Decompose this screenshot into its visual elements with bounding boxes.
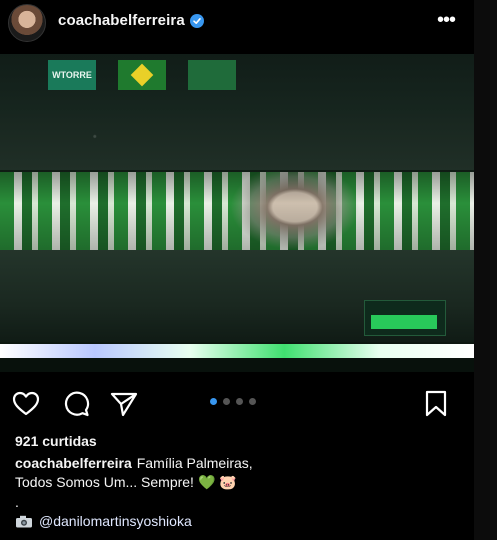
action-bar: [0, 384, 474, 424]
pitch-edge: [0, 358, 474, 372]
caption-line-3: .: [15, 494, 19, 510]
sponsor-banner: WTORRE: [48, 60, 96, 90]
caption-author[interactable]: coachabelferreira: [15, 455, 132, 471]
bookmark-icon[interactable]: [420, 388, 452, 420]
carousel-indicator: [210, 398, 260, 408]
heart-icon[interactable]: [10, 388, 42, 420]
caption-line-2: Todos Somos Um... Sempre! 💚 🐷: [15, 474, 237, 491]
more-icon[interactable]: •••: [432, 8, 460, 32]
stadium-board: [364, 300, 446, 336]
post-image[interactable]: WTORRE: [0, 54, 474, 372]
instagram-post: coachabelferreira ••• WTORRE 921 curtida…: [0, 0, 474, 540]
carousel-dot: [249, 398, 256, 405]
caption-text-2: Todos Somos Um... Sempre!: [15, 474, 194, 490]
caption-text-1: Família Palmeiras,: [136, 455, 253, 471]
post-header: coachabelferreira •••: [0, 0, 474, 48]
likes-count[interactable]: 921 curtidas: [15, 433, 97, 449]
club-flag-banner: [188, 60, 236, 90]
tifo-banner: [0, 172, 474, 250]
carousel-dot: [236, 398, 243, 405]
verified-icon: [190, 14, 204, 28]
page-background-strip: [474, 0, 497, 540]
caption-credit: @danilomartinsyoshioka: [15, 513, 192, 529]
crowd-upper: [0, 114, 474, 170]
camera-icon: [15, 515, 33, 528]
comment-icon[interactable]: [60, 388, 92, 420]
carousel-dot-active: [210, 398, 217, 405]
photographer-mention[interactable]: @danilomartinsyoshioka: [39, 513, 192, 529]
avatar[interactable]: [8, 4, 46, 42]
carousel-dot: [223, 398, 230, 405]
username[interactable]: coachabelferreira: [58, 12, 185, 29]
share-icon[interactable]: [108, 388, 140, 420]
led-ad-board: [0, 344, 474, 358]
caption-emoji: 💚 🐷: [197, 474, 237, 490]
caption-line-1: coachabelferreira Família Palmeiras,: [15, 455, 253, 471]
